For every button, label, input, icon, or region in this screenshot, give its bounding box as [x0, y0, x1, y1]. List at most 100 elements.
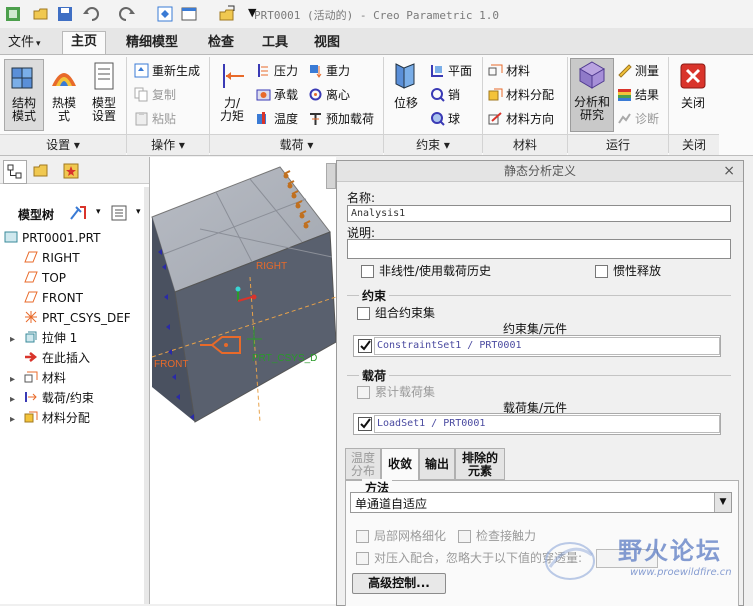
tab-tools[interactable]: 工具: [254, 33, 296, 53]
temperature-button[interactable]: 温度: [256, 110, 298, 128]
results-button[interactable]: 结果: [617, 86, 659, 104]
viewport-sash[interactable]: [326, 163, 336, 189]
tree-item-extrude[interactable]: ▸ 拉伸 1: [10, 329, 77, 347]
constraint-set-row[interactable]: ConstraintSet1 / PRT0001: [374, 337, 720, 355]
tab-excluded-elements[interactable]: 排除的 元素: [455, 448, 505, 480]
tab-convergence[interactable]: 收敛: [381, 448, 419, 481]
centrifugal-button[interactable]: 离心: [308, 86, 350, 104]
tab-temperature-distribution[interactable]: 温度 分布: [345, 448, 381, 480]
material-button[interactable]: 材料: [488, 62, 530, 80]
displacement-button[interactable]: 位移: [388, 60, 424, 110]
tree-item-insert-here[interactable]: 在此插入: [24, 349, 90, 367]
force-moment-button[interactable]: 力/ 力矩: [214, 60, 250, 123]
group-operations-label[interactable]: 操作 ▾: [127, 134, 209, 155]
nonlinear-checkbox[interactable]: [361, 265, 374, 278]
expand-arrow-icon[interactable]: ▸: [10, 331, 20, 349]
thermal-mode-button[interactable]: 热模 式: [46, 60, 82, 123]
pin-constraint-button[interactable]: 销: [430, 86, 460, 104]
dialog-close-icon[interactable]: ×: [723, 163, 735, 179]
tab-file[interactable]: 文件 ▾: [0, 33, 49, 53]
thermal-mode-icon: [52, 73, 76, 86]
material-icon: [24, 371, 38, 383]
expand-arrow-icon[interactable]: ▸: [10, 371, 20, 389]
constraint-set-list[interactable]: ConstraintSet1 / PRT0001: [353, 335, 721, 357]
structure-mode-button[interactable]: 结构 模式: [4, 59, 44, 131]
tab-view[interactable]: 视图: [306, 33, 348, 53]
folder-browser-tab[interactable]: [30, 160, 52, 182]
tree-columns-dropdown-icon[interactable]: ▾: [136, 207, 141, 217]
plane-constraint-icon: [431, 65, 443, 77]
group-settings-label[interactable]: 设置 ▾: [0, 134, 126, 155]
ball-constraint-button[interactable]: 球: [430, 110, 460, 128]
inertia-relief-checkbox[interactable]: [595, 265, 608, 278]
diagnostics-button[interactable]: 诊断: [617, 110, 659, 128]
pressure-button[interactable]: 压力: [256, 62, 298, 80]
paste-button[interactable]: 粘贴: [134, 110, 176, 128]
method-dropdown-icon[interactable]: ▼: [714, 493, 731, 512]
part-icon: [4, 231, 18, 243]
measure-button[interactable]: 测量: [617, 62, 659, 80]
method-select[interactable]: 单通道自适应 ▼: [350, 492, 732, 513]
tree-item-right[interactable]: RIGHT: [24, 249, 80, 267]
model-setup-button[interactable]: 模型 设置: [86, 60, 122, 123]
force-moment-icon: [223, 64, 244, 88]
tree-settings-icon[interactable]: [68, 204, 88, 222]
analysis-study-button[interactable]: 分析和 研究: [570, 58, 614, 132]
close-button[interactable]: 关闭: [674, 60, 712, 110]
tab-inspect[interactable]: 检查: [200, 33, 242, 53]
expand-arrow-icon[interactable]: ▸: [10, 391, 20, 409]
tree-columns-icon[interactable]: [110, 204, 128, 222]
tab-output[interactable]: 输出: [419, 448, 455, 480]
bearing-button[interactable]: 承载: [256, 86, 298, 104]
press-fit-checkbox[interactable]: [356, 552, 369, 565]
advanced-control-button[interactable]: 高级控制...: [352, 573, 446, 594]
cumulative-loads-checkbox[interactable]: [357, 386, 370, 399]
copy-icon: [134, 87, 148, 102]
model-graphics[interactable]: RIGHT FRONT PRT_CSYS_D: [150, 157, 336, 604]
graphics-viewport[interactable]: RIGHT FRONT PRT_CSYS_D: [150, 157, 336, 604]
check-contact-checkbox[interactable]: [458, 530, 471, 543]
watermark-logo: [545, 542, 595, 580]
panel-resize-handle[interactable]: [144, 187, 149, 604]
gravity-icon: [310, 65, 322, 78]
tree-item-part[interactable]: PRT0001.PRT: [4, 229, 100, 247]
regenerate-button[interactable]: 重新生成: [134, 62, 200, 80]
group-material-label: 材料: [483, 134, 567, 155]
load-set-list[interactable]: LoadSet1 / PRT0001: [353, 413, 721, 435]
tab-home[interactable]: 主页: [62, 31, 107, 54]
material-assign-button[interactable]: 材料分配: [488, 86, 554, 104]
expand-arrow-icon[interactable]: ▸: [10, 411, 20, 429]
gravity-button[interactable]: 重力: [308, 62, 350, 80]
group-loads-label[interactable]: 载荷 ▾: [210, 134, 383, 155]
load-set-row[interactable]: LoadSet1 / PRT0001: [374, 415, 720, 433]
regenerate-icon: [134, 63, 149, 78]
constraint-set-checkbox[interactable]: [358, 339, 372, 353]
datum-plane-icon: [24, 251, 38, 263]
load-set-checkbox[interactable]: [358, 417, 372, 431]
analysis-study-icon: [579, 61, 605, 89]
model-tree-tab[interactable]: [3, 160, 27, 184]
tree-item-csys[interactable]: PRT_CSYS_DEF: [24, 309, 131, 327]
tree-item-front[interactable]: FRONT: [24, 289, 83, 307]
check-contact-label: 检查接触力: [476, 529, 537, 543]
local-mesh-checkbox[interactable]: [356, 530, 369, 543]
favorites-icon: [63, 163, 79, 179]
combine-constraints-checkbox[interactable]: [357, 307, 370, 320]
preload-button[interactable]: 预加载荷: [308, 110, 374, 128]
group-constraints-label[interactable]: 约束 ▾: [384, 134, 482, 155]
tree-item-loads-constraints[interactable]: ▸ 载荷/约束: [10, 389, 94, 407]
combine-constraints-label: 组合约束集: [375, 306, 436, 320]
panel-tabs: [0, 157, 149, 184]
analysis-name-input[interactable]: [347, 205, 731, 222]
window-title: PRT0001 (活动的) - Creo Parametric 1.0: [254, 9, 499, 22]
copy-button[interactable]: 复制: [134, 86, 176, 104]
tab-refine-model[interactable]: 精细模型: [118, 33, 186, 53]
plane-constraint-button[interactable]: 平面: [430, 62, 472, 80]
tree-item-materials[interactable]: ▸ 材料: [10, 369, 66, 387]
tree-item-top[interactable]: TOP: [24, 269, 66, 287]
tree-item-material-assign[interactable]: ▸ 材料分配: [10, 409, 90, 427]
material-orientation-button[interactable]: 材料方向: [488, 110, 554, 128]
description-input[interactable]: [347, 239, 731, 259]
favorites-tab[interactable]: [60, 160, 82, 182]
tree-settings-dropdown-icon[interactable]: ▾: [96, 207, 101, 217]
